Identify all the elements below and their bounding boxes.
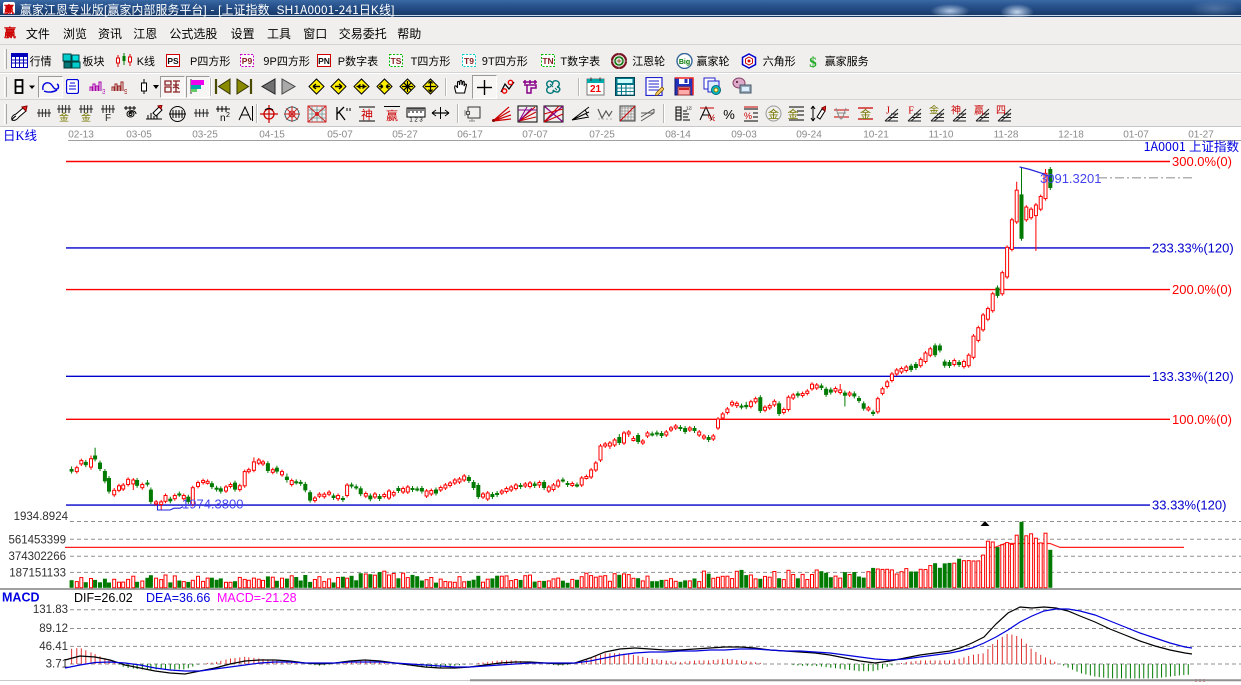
svg-text:07-07: 07-07 (522, 130, 548, 141)
svg-text:06-17: 06-17 (457, 130, 483, 141)
svg-text:187151133: 187151133 (9, 567, 66, 579)
svg-text:11-10: 11-10 (929, 130, 954, 141)
svg-text:3.71: 3.71 (46, 659, 68, 671)
svg-text:02-13: 02-13 (68, 130, 94, 141)
svg-text:1974.3800: 1974.3800 (182, 496, 243, 511)
svg-text:10-21: 10-21 (863, 130, 889, 141)
svg-text:日K线: 日K线 (3, 125, 38, 144)
svg-text:200.0%(0): 200.0%(0) (1172, 282, 1232, 297)
svg-text:MACD: MACD (2, 591, 40, 605)
svg-text:08-14: 08-14 (665, 130, 691, 141)
svg-text:133.33%(120): 133.33%(120) (1152, 369, 1234, 384)
svg-text:04-15: 04-15 (259, 130, 285, 141)
svg-text:07-25: 07-25 (589, 130, 615, 141)
svg-text:MACD=-21.28: MACD=-21.28 (217, 591, 297, 605)
svg-text:05-27: 05-27 (392, 130, 418, 141)
svg-text:89.12: 89.12 (39, 623, 68, 635)
svg-text:561453399: 561453399 (8, 534, 66, 546)
svg-text:100.0%(0): 100.0%(0) (1172, 412, 1232, 427)
svg-text:300.0%(0): 300.0%(0) (1172, 154, 1232, 169)
svg-text:1934.8924: 1934.8924 (14, 511, 69, 523)
svg-text:131.83: 131.83 (33, 604, 68, 616)
svg-text:03-25: 03-25 (192, 130, 218, 141)
svg-text:09-03: 09-03 (731, 130, 757, 141)
svg-text:12-18: 12-18 (1058, 130, 1084, 141)
svg-text:33.33%(120): 33.33%(120) (1152, 498, 1226, 513)
svg-text:11-28: 11-28 (994, 130, 1019, 141)
svg-text:09-24: 09-24 (796, 130, 822, 141)
svg-text:46.41: 46.41 (39, 641, 68, 653)
svg-text:374302266: 374302266 (8, 551, 66, 563)
svg-text:05-07: 05-07 (327, 130, 353, 141)
svg-text:233.33%(120): 233.33%(120) (1152, 240, 1234, 255)
svg-text:DEA=36.66: DEA=36.66 (146, 591, 210, 605)
svg-text:1A0001 上证指数: 1A0001 上证指数 (1144, 136, 1240, 155)
svg-text:03-05: 03-05 (126, 130, 152, 141)
svg-text:DIF=26.02: DIF=26.02 (74, 591, 133, 605)
svg-text:3091.3201: 3091.3201 (1040, 171, 1101, 186)
